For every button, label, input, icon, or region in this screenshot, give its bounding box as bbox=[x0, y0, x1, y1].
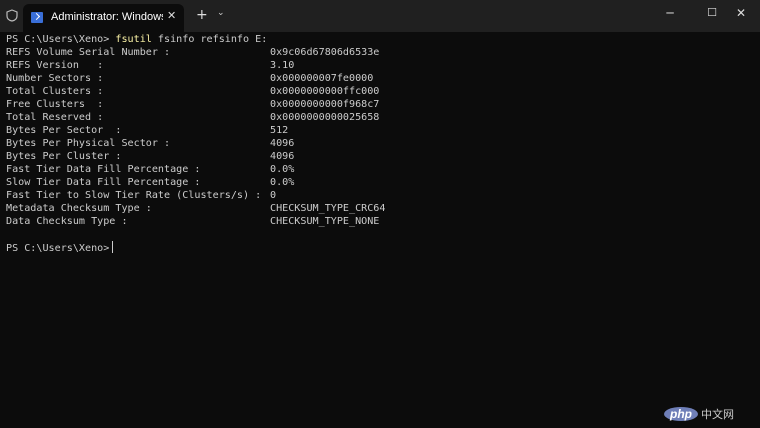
output-row: Total Clusters : 0x0000000000ffc000 bbox=[6, 85, 756, 98]
row-value: 0 bbox=[270, 190, 277, 201]
close-button[interactable]: ✕ bbox=[731, 6, 751, 20]
final-prompt-line[interactable]: PS C:\Users\Xeno> bbox=[6, 241, 756, 254]
tab-close-button[interactable]: ✕ bbox=[167, 9, 176, 22]
row-value: 0x0000000000025658 bbox=[270, 112, 380, 123]
row-label: Bytes Per Sector : bbox=[6, 125, 122, 136]
watermark-logo: php bbox=[664, 407, 698, 421]
row-label: Data Checksum Type : bbox=[6, 216, 128, 227]
prompt: PS C:\Users\Xeno> bbox=[6, 243, 110, 254]
tab-powershell[interactable]: Administrator: Windows PowerShell ✕ bbox=[23, 4, 184, 32]
row-value: CHECKSUM_TYPE_NONE bbox=[270, 216, 380, 227]
row-label: Slow Tier Data Fill Percentage : bbox=[6, 177, 201, 188]
title-bar: Administrator: Windows PowerShell ✕ + ⌄ … bbox=[0, 0, 760, 32]
row-label: Fast Tier to Slow Tier Rate (Clusters/s)… bbox=[6, 190, 262, 201]
output-row: Data Checksum Type : CHECKSUM_TYPE_NONE bbox=[6, 215, 756, 228]
row-value: CHECKSUM_TYPE_CRC64 bbox=[270, 203, 386, 214]
row-value: 4096 bbox=[270, 138, 295, 149]
watermark-text: 中文网 bbox=[701, 409, 734, 421]
row-value: 0x000000007fe0000 bbox=[270, 73, 374, 84]
row-label: Bytes Per Cluster : bbox=[6, 151, 122, 162]
prompt: PS C:\Users\Xeno> bbox=[6, 34, 116, 45]
new-tab-button[interactable]: + bbox=[196, 7, 208, 23]
output-row: Bytes Per Physical Sector : 4096 bbox=[6, 137, 756, 150]
row-label: REFS Volume Serial Number : bbox=[6, 47, 171, 58]
row-label: Fast Tier Data Fill Percentage : bbox=[6, 164, 201, 175]
row-value: 0.0% bbox=[270, 177, 295, 188]
terminal-output[interactable]: PS C:\Users\Xeno> fsutil fsinfo refsinfo… bbox=[6, 33, 756, 254]
row-label: Free Clusters : bbox=[6, 99, 104, 110]
row-value: 512 bbox=[270, 125, 289, 136]
minimize-button[interactable]: ─ bbox=[660, 6, 680, 20]
row-label: Total Reserved : bbox=[6, 112, 104, 123]
output-row: Free Clusters : 0x0000000000f968c7 bbox=[6, 98, 756, 111]
chevron-down-icon[interactable]: ⌄ bbox=[217, 8, 225, 18]
command-args: fsinfo refsinfo E: bbox=[151, 34, 268, 45]
row-value: 0.0% bbox=[270, 164, 295, 175]
row-label: Bytes Per Physical Sector : bbox=[6, 138, 171, 149]
output-row: REFS Version : 3.10 bbox=[6, 59, 756, 72]
output-row: Bytes Per Cluster : 4096 bbox=[6, 150, 756, 163]
output-row: Slow Tier Data Fill Percentage : 0.0% bbox=[6, 176, 756, 189]
watermark: php 中文网 bbox=[664, 406, 734, 422]
row-value: 4096 bbox=[270, 151, 295, 162]
text-cursor bbox=[112, 241, 114, 253]
row-value: 0x0000000000f968c7 bbox=[270, 99, 380, 110]
row-value: 3.10 bbox=[270, 60, 295, 71]
output-row: Fast Tier to Slow Tier Rate (Clusters/s)… bbox=[6, 189, 756, 202]
output-row: Bytes Per Sector : 512 bbox=[6, 124, 756, 137]
row-label: Total Clusters : bbox=[6, 86, 104, 97]
output-row: Number Sectors : 0x000000007fe0000 bbox=[6, 72, 756, 85]
powershell-icon bbox=[31, 12, 43, 23]
maximize-button[interactable]: ☐ bbox=[702, 6, 722, 19]
tab-title: Administrator: Windows PowerShell bbox=[51, 11, 163, 23]
row-label: Number Sectors : bbox=[6, 73, 104, 84]
row-label: REFS Version : bbox=[6, 60, 104, 71]
output-row: REFS Volume Serial Number : 0x9c06d67806d… bbox=[6, 46, 756, 59]
row-value: 0x0000000000ffc000 bbox=[270, 86, 380, 97]
row-value: 0x9c06d67806d6533e bbox=[270, 47, 380, 58]
command: fsutil bbox=[115, 34, 152, 45]
command-line: PS C:\Users\Xeno> fsutil fsinfo refsinfo… bbox=[6, 33, 756, 46]
output-row: Fast Tier Data Fill Percentage : 0.0% bbox=[6, 163, 756, 176]
shield-icon bbox=[6, 9, 18, 22]
row-label: Metadata Checksum Type : bbox=[6, 203, 152, 214]
output-row: Metadata Checksum Type : CHECKSUM_TYPE_CR… bbox=[6, 202, 756, 215]
output-row: Total Reserved : 0x0000000000025658 bbox=[6, 111, 756, 124]
